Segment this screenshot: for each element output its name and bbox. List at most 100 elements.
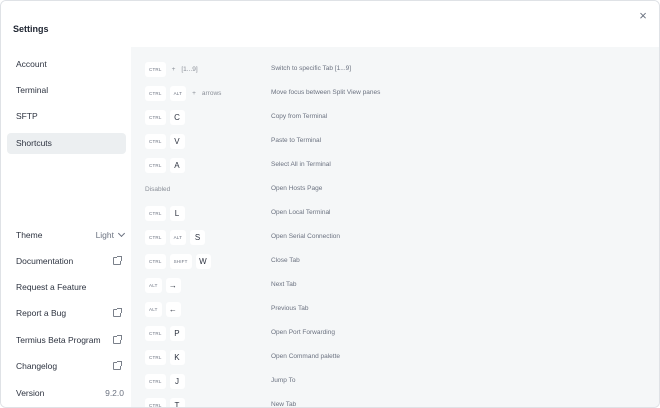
shortcut-keys: ALT →: [145, 277, 185, 293]
key-cap: L: [169, 205, 185, 221]
shortcut-keys: CTRL P: [145, 325, 189, 341]
shortcut-keys: CTRL K: [145, 349, 189, 365]
report-bug-link[interactable]: Report a Bug: [16, 306, 124, 320]
key-cap: ALT: [145, 277, 162, 293]
sidebar-item-label: Account: [16, 59, 47, 69]
key-cap: CTRL: [145, 157, 166, 173]
key-cap: T: [169, 397, 185, 407]
key-text: arrows: [201, 89, 222, 97]
key-cap: P: [169, 325, 185, 341]
shortcut-description: Next Tab: [271, 281, 297, 288]
sidebar-item-shortcuts[interactable]: Shortcuts: [7, 133, 126, 154]
shortcut-keys: CTRL ALT + arrows: [145, 85, 221, 101]
theme-dropdown[interactable]: Light: [96, 228, 126, 242]
shortcut-row: ALT → Next Tab: [131, 273, 659, 297]
shortcut-description: Switch to specific Tab [1...9]: [271, 65, 352, 72]
shortcut-description: Previous Tab: [271, 305, 309, 312]
key-cap: ←: [165, 301, 181, 317]
sidebar-item-label: SFTP: [16, 111, 38, 121]
key-cap: →: [165, 277, 181, 293]
key-separator: +: [192, 89, 196, 97]
link-label: Changelog: [16, 361, 58, 371]
theme-selector[interactable]: Theme Light: [16, 228, 126, 242]
shortcut-description: Close Tab: [271, 257, 300, 264]
key-cap: ALT: [169, 229, 187, 245]
shortcut-row: CTRL ALT S Open Serial Connection: [131, 225, 659, 249]
shortcut-description: Open Command palette: [271, 353, 341, 360]
shortcut-disabled-text: Disabled: [145, 185, 171, 193]
shortcut-description: New Tab: [271, 401, 297, 408]
request-feature-link[interactable]: Request a Feature: [16, 280, 124, 294]
link-label: Termius Beta Program: [16, 335, 101, 345]
key-cap: CTRL: [145, 85, 166, 101]
beta-program-link[interactable]: Termius Beta Program: [16, 333, 124, 347]
shortcut-row: CTRL + [1...9] Switch to specific Tab [1...…: [131, 57, 659, 81]
key-cap: CTRL: [145, 133, 166, 149]
key-cap: K: [169, 349, 185, 365]
external-link-icon: [113, 256, 122, 265]
external-link-icon: [113, 335, 122, 344]
sidebar-item-account[interactable]: Account: [7, 54, 126, 75]
shortcut-description: Move focus between Split View panes: [271, 89, 381, 96]
key-cap: W: [195, 253, 211, 269]
shortcut-description: Copy from Terminal: [271, 113, 328, 120]
shortcut-keys: CTRL T: [145, 397, 189, 407]
key-cap: CTRL: [145, 229, 166, 245]
key-cap: CTRL: [145, 349, 166, 365]
shortcut-keys: CTRL L: [145, 205, 189, 221]
version-info: Version 9.2.0: [16, 386, 124, 400]
shortcuts-panel: CTRL + [1...9] Switch to specific Tab [1...…: [131, 47, 659, 407]
link-label: Documentation: [16, 256, 74, 266]
key-cap: C: [169, 109, 185, 125]
shortcut-row: CTRL J Jump To: [131, 369, 659, 393]
changelog-link[interactable]: Changelog: [16, 359, 124, 373]
key-cap: S: [190, 229, 206, 245]
link-label: Report a Bug: [16, 308, 67, 318]
sidebar-item-sftp[interactable]: SFTP: [7, 106, 126, 127]
shortcut-keys: CTRL J: [145, 373, 189, 389]
shortcut-row: CTRL ALT + arrows Move focus between Split V…: [131, 81, 659, 105]
shortcut-row: CTRL V Paste to Terminal: [131, 129, 659, 153]
sidebar-item-label: Terminal: [16, 85, 49, 95]
shortcut-keys: CTRL C: [145, 109, 189, 125]
shortcut-row: CTRL K Open Command palette: [131, 345, 659, 369]
documentation-link[interactable]: Documentation: [16, 254, 124, 268]
shortcut-keys: CTRL + [1...9]: [145, 61, 198, 77]
shortcut-row: CTRL SHIFT W Close Tab: [131, 249, 659, 273]
settings-sidebar: Account Terminal SFTP Shortcuts Theme Li…: [1, 47, 131, 407]
shortcut-keys: CTRL A: [145, 157, 189, 173]
link-label: Request a Feature: [16, 282, 87, 292]
version-label: Version: [16, 388, 45, 398]
key-cap: A: [169, 157, 185, 173]
shortcut-keys: Disabled: [145, 181, 170, 197]
key-separator: +: [171, 65, 176, 73]
shortcut-row: CTRL A Select All in Terminal: [131, 153, 659, 177]
shortcut-description: Open Local Terminal: [271, 209, 331, 216]
shortcut-description: Paste to Terminal: [271, 137, 322, 144]
shortcut-description: Jump To: [271, 377, 296, 384]
shortcut-row: Disabled Open Hosts Page: [131, 177, 659, 201]
close-icon[interactable]: ×: [637, 9, 649, 22]
key-text: [1...9]: [181, 65, 198, 73]
shortcut-row: ALT ← Previous Tab: [131, 297, 659, 321]
key-cap: CTRL: [145, 205, 166, 221]
title-bar: Settings ×: [1, 1, 659, 47]
key-cap: CTRL: [145, 253, 166, 269]
version-value: 9.2.0: [105, 388, 124, 398]
key-cap: ALT: [169, 85, 187, 101]
window-title: Settings: [13, 24, 49, 34]
external-link-icon: [113, 308, 122, 317]
key-cap: CTRL: [145, 109, 166, 125]
key-cap: SHIFT: [169, 253, 192, 269]
shortcut-description: Open Port Forwarding: [271, 329, 335, 336]
sidebar-item-terminal[interactable]: Terminal: [7, 80, 126, 101]
shortcut-row: CTRL C Copy from Terminal: [131, 105, 659, 129]
sidebar-item-label: Shortcuts: [16, 138, 52, 148]
shortcut-row: CTRL T New Tab: [131, 393, 659, 408]
shortcut-keys: CTRL V: [145, 133, 189, 149]
key-cap: J: [169, 373, 185, 389]
key-cap: CTRL: [145, 373, 166, 389]
shortcut-keys: ALT ←: [145, 301, 185, 317]
settings-window: Settings × Account Terminal SFTP Shortcu…: [0, 0, 660, 408]
key-cap: CTRL: [145, 325, 166, 341]
